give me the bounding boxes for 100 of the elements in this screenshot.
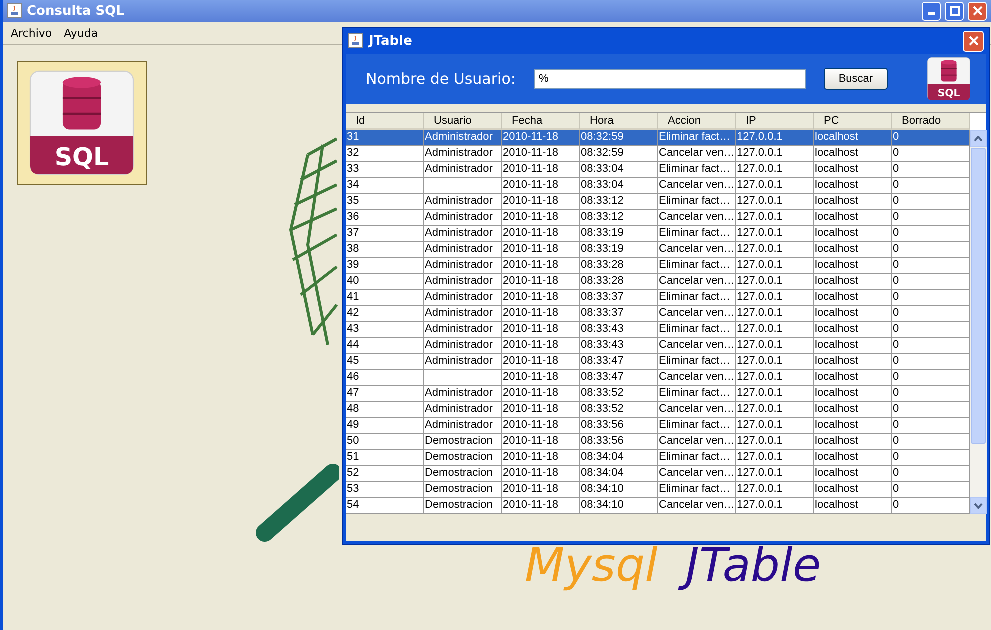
scroll-up-button[interactable]: [970, 130, 987, 147]
table-cell: 0: [892, 354, 970, 370]
close-button[interactable]: [963, 30, 984, 52]
table-cell: 37: [346, 226, 424, 242]
table-cell: Cancelar ven…: [658, 370, 736, 386]
table-cell: 0: [892, 210, 970, 226]
table-cell: 0: [892, 434, 970, 450]
table-cell: localhost: [814, 242, 892, 258]
column-header[interactable]: Hora: [580, 113, 658, 130]
table-row[interactable]: 35 Administrador 2010-11-18 08:33:12 Eliminar fact… 127.0.0.1 localhost 0: [346, 194, 970, 210]
table-row[interactable]: 50 Demostracion 2010-11-18 08:33:56 Cancelar ven… 127.0.0.1 localhost 0: [346, 434, 970, 450]
column-header[interactable]: Usuario: [424, 113, 502, 130]
table-cell: 127.0.0.1: [736, 434, 814, 450]
table-cell: 43: [346, 322, 424, 338]
table-cell: 2010-11-18: [502, 226, 580, 242]
table-cell: 08:33:12: [580, 194, 658, 210]
table-row[interactable]: 45 Administrador 2010-11-18 08:33:47 Eliminar fact… 127.0.0.1 localhost 0: [346, 354, 970, 370]
table-cell: 127.0.0.1: [736, 466, 814, 482]
table-row[interactable]: 42 Administrador 2010-11-18 08:33:37 Cancelar ven… 127.0.0.1 localhost 0: [346, 306, 970, 322]
table-cell: 2010-11-18: [502, 146, 580, 162]
table-row[interactable]: 31 Administrador 2010-11-18 08:32:59 Eliminar fact… 127.0.0.1 localhost 0: [346, 130, 970, 146]
table-cell: 53: [346, 482, 424, 498]
column-header[interactable]: Accion: [658, 113, 736, 130]
table-cell: 08:33:19: [580, 242, 658, 258]
table-cell: Administrador: [424, 402, 502, 418]
table-cell: localhost: [814, 258, 892, 274]
table-cell: Administrador: [424, 210, 502, 226]
table-cell: 127.0.0.1: [736, 194, 814, 210]
table-cell: 35: [346, 194, 424, 210]
close-button[interactable]: [968, 2, 987, 20]
column-header[interactable]: Id: [346, 113, 424, 130]
table-row[interactable]: 49 Administrador 2010-11-18 08:33:56 Eliminar fact… 127.0.0.1 localhost 0: [346, 418, 970, 434]
chevron-down-icon: [974, 502, 983, 508]
minimize-button[interactable]: [922, 2, 941, 20]
table-row[interactable]: 33 Administrador 2010-11-18 08:33:04 Eliminar fact… 127.0.0.1 localhost 0: [346, 162, 970, 178]
table-cell: localhost: [814, 434, 892, 450]
table-cell: Administrador: [424, 194, 502, 210]
table-row[interactable]: 52 Demostracion 2010-11-18 08:34:04 Cancelar ven… 127.0.0.1 localhost 0: [346, 466, 970, 482]
table-cell: 2010-11-18: [502, 258, 580, 274]
table-row[interactable]: 54 Demostracion 2010-11-18 08:34:10 Cancelar ven… 127.0.0.1 localhost 0: [346, 498, 970, 514]
table-cell: 0: [892, 146, 970, 162]
scrollbar-thumb[interactable]: [971, 148, 986, 444]
table-cell: Administrador: [424, 338, 502, 354]
table-row[interactable]: 51 Demostracion 2010-11-18 08:34:04 Eliminar fact… 127.0.0.1 localhost 0: [346, 450, 970, 466]
table-row[interactable]: 53 Demostracion 2010-11-18 08:34:10 Eliminar fact… 127.0.0.1 localhost 0: [346, 482, 970, 498]
table-cell: 2010-11-18: [502, 386, 580, 402]
table-cell: 08:33:47: [580, 354, 658, 370]
table-cell: 0: [892, 226, 970, 242]
table-cell: localhost: [814, 130, 892, 146]
table-cell: 08:33:52: [580, 386, 658, 402]
dialog-title: JTable: [369, 34, 412, 48]
table-row[interactable]: 48 Administrador 2010-11-18 08:33:52 Cancelar ven… 127.0.0.1 localhost 0: [346, 402, 970, 418]
table-row[interactable]: 43 Administrador 2010-11-18 08:33:43 Eliminar fact… 127.0.0.1 localhost 0: [346, 322, 970, 338]
table-cell: 0: [892, 194, 970, 210]
table-cell: 127.0.0.1: [736, 146, 814, 162]
column-header[interactable]: Fecha: [502, 113, 580, 130]
table-cell: 45: [346, 354, 424, 370]
search-button[interactable]: Buscar: [824, 68, 888, 90]
table-row[interactable]: 40 Administrador 2010-11-18 08:33:28 Cancelar ven… 127.0.0.1 localhost 0: [346, 274, 970, 290]
sql-tile-button[interactable]: SQL: [17, 61, 147, 185]
table-cell: localhost: [814, 386, 892, 402]
table-row[interactable]: 46 2010-11-18 08:33:47 Cancelar ven… 127.0.0.1 localhost 0: [346, 370, 970, 386]
table-cell: 127.0.0.1: [736, 498, 814, 514]
column-header[interactable]: Borrado: [892, 113, 970, 130]
table-cell: 08:33:43: [580, 338, 658, 354]
table-cell: Administrador: [424, 274, 502, 290]
table-cell: Eliminar fact…: [658, 130, 736, 146]
table-row[interactable]: 34 2010-11-18 08:33:04 Cancelar ven… 127.0.0.1 localhost 0: [346, 178, 970, 194]
close-icon: [968, 36, 978, 46]
table-cell: Cancelar ven…: [658, 498, 736, 514]
table-cell: 2010-11-18: [502, 194, 580, 210]
maximize-button[interactable]: [945, 2, 964, 20]
table-cell: Cancelar ven…: [658, 178, 736, 194]
table-cell: 2010-11-18: [502, 290, 580, 306]
table-cell: Cancelar ven…: [658, 242, 736, 258]
table-row[interactable]: 47 Administrador 2010-11-18 08:33:52 Eliminar fact… 127.0.0.1 localhost 0: [346, 386, 970, 402]
table-cell: 08:33:56: [580, 418, 658, 434]
menu-item[interactable]: Archivo: [7, 24, 56, 42]
table-cell: 127.0.0.1: [736, 338, 814, 354]
table-row[interactable]: 44 Administrador 2010-11-18 08:33:43 Cancelar ven… 127.0.0.1 localhost 0: [346, 338, 970, 354]
table-row[interactable]: 32 Administrador 2010-11-18 08:32:59 Cancelar ven… 127.0.0.1 localhost 0: [346, 146, 970, 162]
table-cell: 127.0.0.1: [736, 226, 814, 242]
menu-item[interactable]: Ayuda: [60, 24, 102, 42]
table-cell: Administrador: [424, 386, 502, 402]
table-row[interactable]: 37 Administrador 2010-11-18 08:33:19 Eliminar fact… 127.0.0.1 localhost 0: [346, 226, 970, 242]
table-row[interactable]: 36 Administrador 2010-11-18 08:33:12 Cancelar ven… 127.0.0.1 localhost 0: [346, 210, 970, 226]
table-row[interactable]: 41 Administrador 2010-11-18 08:33:37 Eliminar fact… 127.0.0.1 localhost 0: [346, 290, 970, 306]
table-cell: 38: [346, 242, 424, 258]
table-cell: 08:34:04: [580, 450, 658, 466]
table-cell: 127.0.0.1: [736, 354, 814, 370]
table-cell: localhost: [814, 162, 892, 178]
table-cell: 08:33:28: [580, 274, 658, 290]
scroll-down-button[interactable]: [970, 497, 987, 514]
table-cell: Eliminar fact…: [658, 386, 736, 402]
column-header[interactable]: PC: [814, 113, 892, 130]
column-header[interactable]: IP: [736, 113, 814, 130]
table-row[interactable]: 38 Administrador 2010-11-18 08:33:19 Cancelar ven… 127.0.0.1 localhost 0: [346, 242, 970, 258]
table-row[interactable]: 39 Administrador 2010-11-18 08:33:28 Eliminar fact… 127.0.0.1 localhost 0: [346, 258, 970, 274]
table-cell: 08:33:56: [580, 434, 658, 450]
username-field[interactable]: %: [534, 69, 806, 89]
